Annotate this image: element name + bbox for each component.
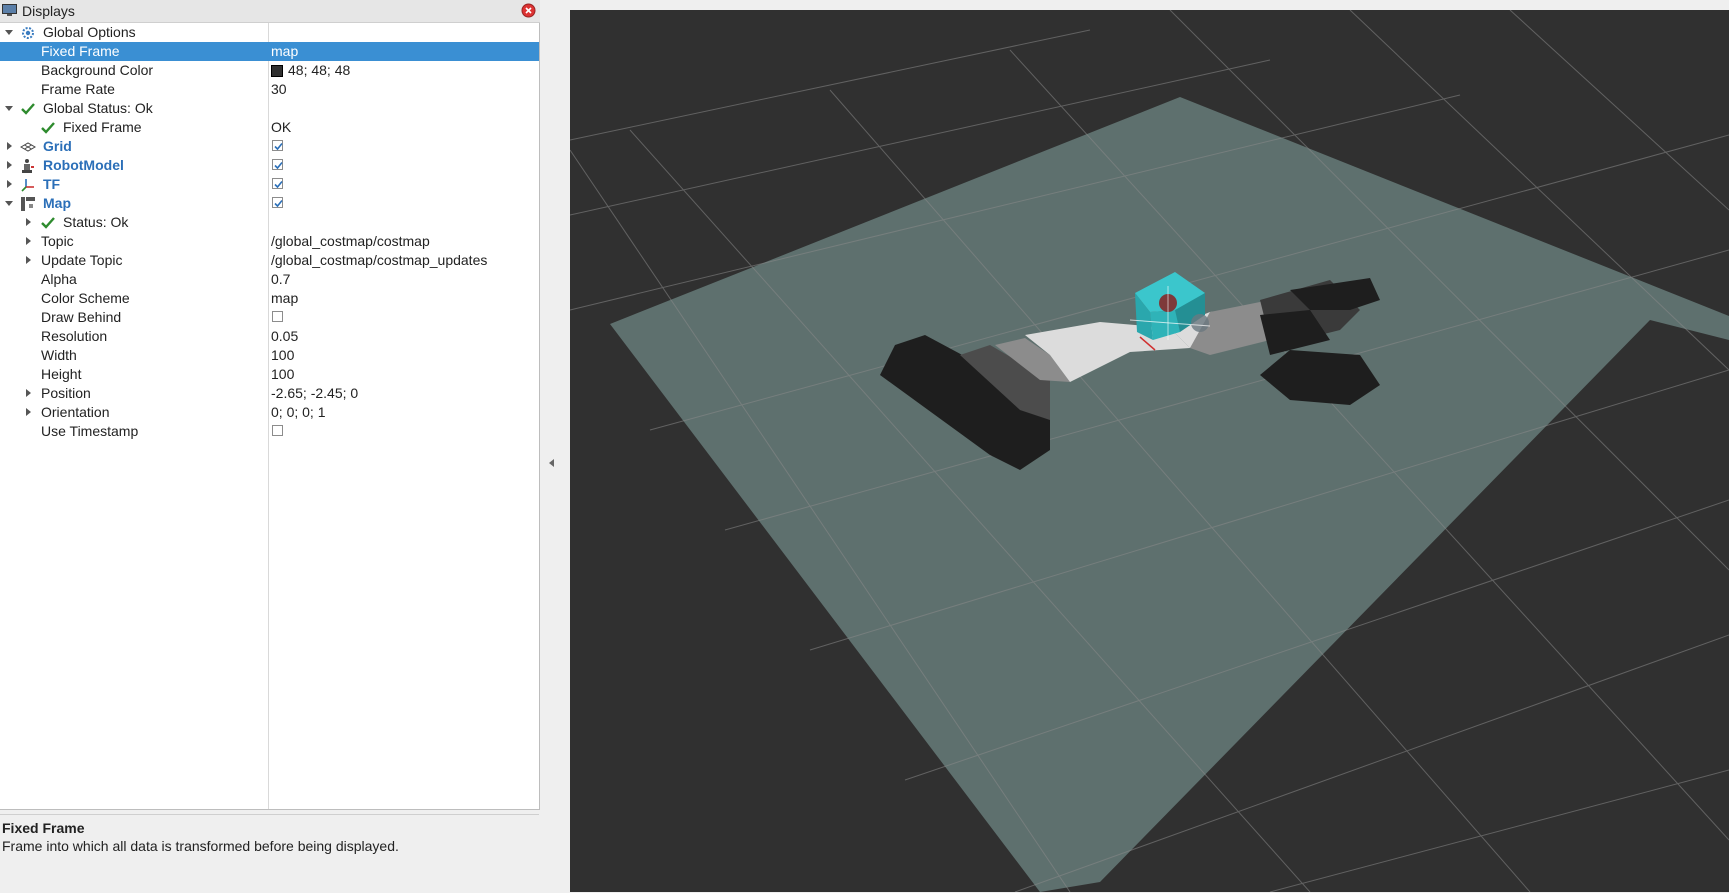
property-label: Update Topic: [41, 252, 123, 268]
enabled-checkbox[interactable]: [272, 178, 283, 189]
color-value-text: 48; 48; 48: [288, 62, 351, 78]
property-width[interactable]: Width 100: [0, 346, 539, 365]
tree-item-map-status[interactable]: Status: Ok: [0, 213, 539, 232]
tree-item-label: Global Options: [43, 24, 136, 40]
property-use-timestamp[interactable]: Use Timestamp: [0, 422, 539, 441]
property-value: 0; 0; 0; 1: [271, 404, 326, 420]
property-value[interactable]: /global_costmap/costmap: [271, 233, 430, 249]
displays-tree: Global Options Fixed Frame map Backgroun…: [0, 23, 540, 810]
display-name: RobotModel: [43, 157, 124, 173]
property-value-color[interactable]: 48; 48; 48: [271, 62, 350, 78]
property-label: Fixed Frame: [41, 43, 120, 59]
property-height[interactable]: Height 100: [0, 365, 539, 384]
chevron-right-icon[interactable]: [22, 387, 34, 399]
property-frame-rate[interactable]: Frame Rate 30: [0, 80, 539, 99]
display-name: Grid: [43, 138, 72, 154]
property-value: 0.05: [271, 328, 299, 344]
display-grid[interactable]: Grid: [0, 137, 539, 156]
checkmark-icon: [41, 217, 55, 229]
display-tf[interactable]: TF: [0, 175, 539, 194]
close-icon[interactable]: [521, 3, 536, 18]
property-fixed-frame[interactable]: Fixed Frame map: [0, 42, 539, 61]
panel-title: Displays: [22, 3, 75, 19]
display-robotmodel[interactable]: RobotModel: [0, 156, 539, 175]
property-position[interactable]: Position -2.65; -2.45; 0: [0, 384, 539, 403]
property-resolution[interactable]: Resolution 0.05: [0, 327, 539, 346]
axes-icon: [21, 179, 34, 192]
property-label: Use Timestamp: [41, 423, 139, 439]
enabled-checkbox[interactable]: [272, 159, 283, 170]
3d-scene[interactable]: [570, 10, 1729, 892]
chevron-right-icon[interactable]: [3, 159, 15, 171]
robot-icon: [22, 159, 34, 173]
chevron-right-icon[interactable]: [22, 254, 34, 266]
chevron-right-icon[interactable]: [22, 406, 34, 418]
property-background-color[interactable]: Background Color 48; 48; 48: [0, 61, 539, 80]
status-fixed-frame[interactable]: Fixed Frame OK: [0, 118, 539, 137]
property-alpha[interactable]: Alpha 0.7: [0, 270, 539, 289]
tree-item-label: Global Status: Ok: [43, 100, 153, 116]
chevron-right-icon[interactable]: [22, 235, 34, 247]
use-timestamp-checkbox[interactable]: [272, 425, 283, 436]
property-label: Topic: [41, 233, 74, 249]
chevron-right-icon[interactable]: [22, 216, 34, 228]
chevron-down-icon[interactable]: [3, 197, 15, 209]
tree-item-global-options[interactable]: Global Options: [0, 23, 539, 42]
property-label: Height: [41, 366, 82, 382]
property-label: Background Color: [41, 62, 154, 78]
property-topic[interactable]: Topic /global_costmap/costmap: [0, 232, 539, 251]
property-label: Draw Behind: [41, 309, 122, 325]
description-title: Fixed Frame: [2, 820, 85, 836]
property-value: 100: [271, 366, 295, 382]
property-color-scheme[interactable]: Color Scheme map: [0, 289, 539, 308]
chevron-right-icon[interactable]: [3, 178, 15, 190]
property-draw-behind[interactable]: Draw Behind: [0, 308, 539, 327]
property-value[interactable]: 0.7: [271, 271, 290, 287]
checkmark-icon: [21, 103, 35, 115]
property-label: Fixed Frame: [63, 119, 142, 135]
enabled-checkbox[interactable]: [272, 197, 283, 208]
chevron-down-icon[interactable]: [3, 26, 15, 38]
property-value: OK: [271, 119, 292, 135]
chevron-down-icon[interactable]: [3, 102, 15, 114]
chevron-right-icon[interactable]: [3, 140, 15, 152]
property-label: Position: [41, 385, 91, 401]
3d-viewport[interactable]: [570, 10, 1729, 892]
property-orientation[interactable]: Orientation 0; 0; 0; 1: [0, 403, 539, 422]
property-value[interactable]: map: [271, 43, 298, 59]
property-label: Frame Rate: [41, 81, 115, 97]
collapse-panel-icon[interactable]: [548, 458, 556, 468]
property-value: 100: [271, 347, 295, 363]
property-value[interactable]: 30: [271, 81, 287, 97]
display-name: Map: [43, 195, 71, 211]
property-label: Color Scheme: [41, 290, 130, 306]
checkmark-icon: [41, 122, 55, 134]
tree-item-label: Status: Ok: [63, 214, 129, 230]
display-name: TF: [43, 176, 61, 192]
enabled-checkbox[interactable]: [272, 140, 283, 151]
tree-item-global-status[interactable]: Global Status: Ok: [0, 99, 539, 118]
property-label: Alpha: [41, 271, 77, 287]
display-map[interactable]: Map: [0, 194, 539, 213]
displays-panel: Displays Global Options Fixed Frame map …: [0, 0, 540, 893]
map-icon: [21, 197, 35, 211]
property-value[interactable]: /global_costmap/costmap_updates: [271, 252, 487, 268]
property-label: Width: [41, 347, 77, 363]
monitor-icon: [2, 4, 17, 16]
property-label: Resolution: [41, 328, 108, 344]
color-swatch: [271, 65, 283, 77]
property-label: Orientation: [41, 404, 110, 420]
grid-icon: [20, 142, 36, 152]
property-value: -2.65; -2.45; 0: [271, 385, 359, 401]
property-description: Fixed Frame Frame into which all data is…: [0, 814, 539, 893]
gear-icon: [22, 27, 34, 39]
description-text: Frame into which all data is transformed…: [2, 838, 399, 854]
property-update-topic[interactable]: Update Topic /global_costmap/costmap_upd…: [0, 251, 539, 270]
panel-titlebar: Displays: [0, 0, 540, 23]
draw-behind-checkbox[interactable]: [272, 311, 283, 322]
property-value[interactable]: map: [271, 290, 298, 306]
